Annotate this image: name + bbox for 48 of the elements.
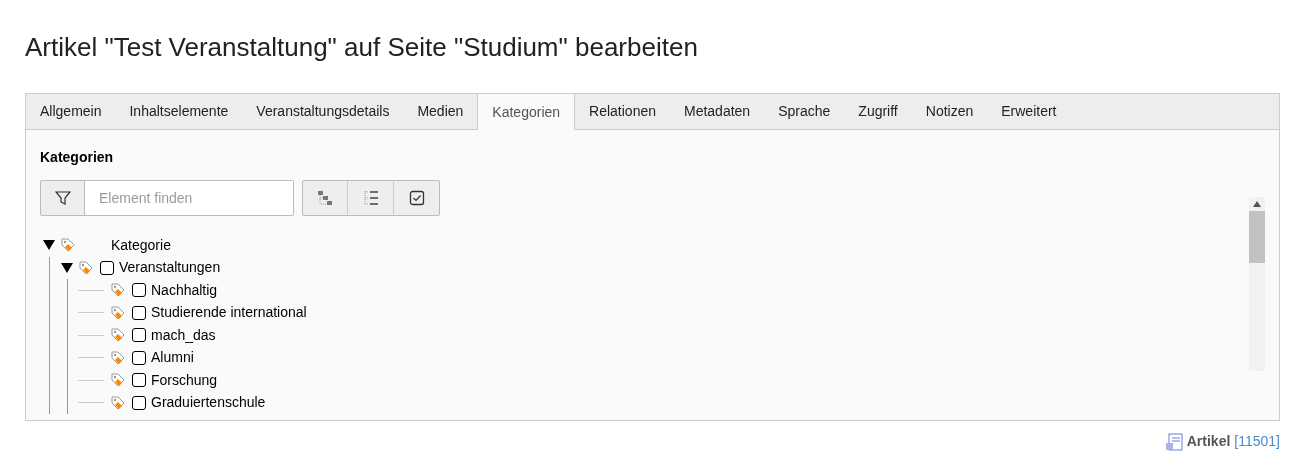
checkbox-icon bbox=[408, 190, 425, 206]
checkbox[interactable] bbox=[132, 395, 146, 410]
scroll-up-icon bbox=[1253, 201, 1261, 207]
tree-item-label[interactable]: Kategorie bbox=[111, 234, 171, 256]
checkbox[interactable] bbox=[132, 305, 146, 320]
search-field[interactable]: Element finden bbox=[85, 180, 294, 216]
tab[interactable]: Inhaltselemente bbox=[115, 94, 243, 129]
tab[interactable]: Sprache bbox=[764, 94, 845, 129]
tag-icon bbox=[110, 304, 126, 321]
document-icon bbox=[1164, 432, 1183, 451]
tag-icon bbox=[110, 282, 126, 299]
tree-item-label[interactable]: Veranstaltungen bbox=[119, 257, 221, 279]
tab[interactable]: Medien bbox=[403, 94, 478, 129]
expand-toggle[interactable] bbox=[42, 240, 56, 251]
checkbox[interactable] bbox=[132, 373, 146, 388]
tree-item-label[interactable]: Graduiertenschule bbox=[151, 392, 266, 414]
section-title: Kategorien bbox=[40, 148, 115, 167]
tab[interactable]: Relationen bbox=[575, 94, 670, 129]
list-icon bbox=[362, 190, 379, 206]
record-type: Artikel bbox=[1186, 432, 1231, 451]
tag-icon bbox=[78, 259, 94, 276]
tab[interactable]: Erweitert bbox=[987, 94, 1071, 129]
tree-item-label[interactable]: Forschung bbox=[151, 369, 218, 391]
tab[interactable]: Metadaten bbox=[670, 94, 765, 129]
tree-item-label[interactable]: Studierende international bbox=[151, 302, 307, 324]
tree-item-label[interactable]: Alumni bbox=[151, 347, 194, 369]
tab[interactable]: Kategorien bbox=[477, 94, 576, 130]
scrollbar[interactable] bbox=[1249, 197, 1265, 371]
tab[interactable]: Notizen bbox=[911, 94, 988, 129]
checkbox[interactable] bbox=[132, 328, 146, 343]
tag-icon bbox=[110, 372, 126, 389]
checkbox[interactable] bbox=[132, 350, 146, 365]
tree-item-label[interactable]: mach_das bbox=[151, 324, 216, 346]
expand-toggle[interactable] bbox=[60, 262, 74, 273]
tag-icon bbox=[110, 394, 126, 411]
tag-icon bbox=[110, 327, 126, 344]
folder-tree-icon bbox=[317, 190, 333, 206]
tag-icon bbox=[110, 349, 126, 366]
tab[interactable]: Allgemein bbox=[26, 94, 116, 129]
tree-item-label[interactable]: Nachhaltig bbox=[151, 279, 218, 301]
filter-icon bbox=[54, 190, 71, 206]
tag-icon bbox=[60, 237, 76, 254]
record-id: [11501] bbox=[1234, 432, 1280, 451]
checkbox[interactable] bbox=[132, 283, 146, 298]
tab[interactable]: Veranstaltungsdetails bbox=[242, 94, 404, 129]
checkbox[interactable] bbox=[100, 260, 114, 275]
tab[interactable]: Zugriff bbox=[844, 94, 912, 129]
page-title: Artikel "Test Veranstaltung" auf Seite "Studium" bearbeiten bbox=[25, 31, 699, 64]
